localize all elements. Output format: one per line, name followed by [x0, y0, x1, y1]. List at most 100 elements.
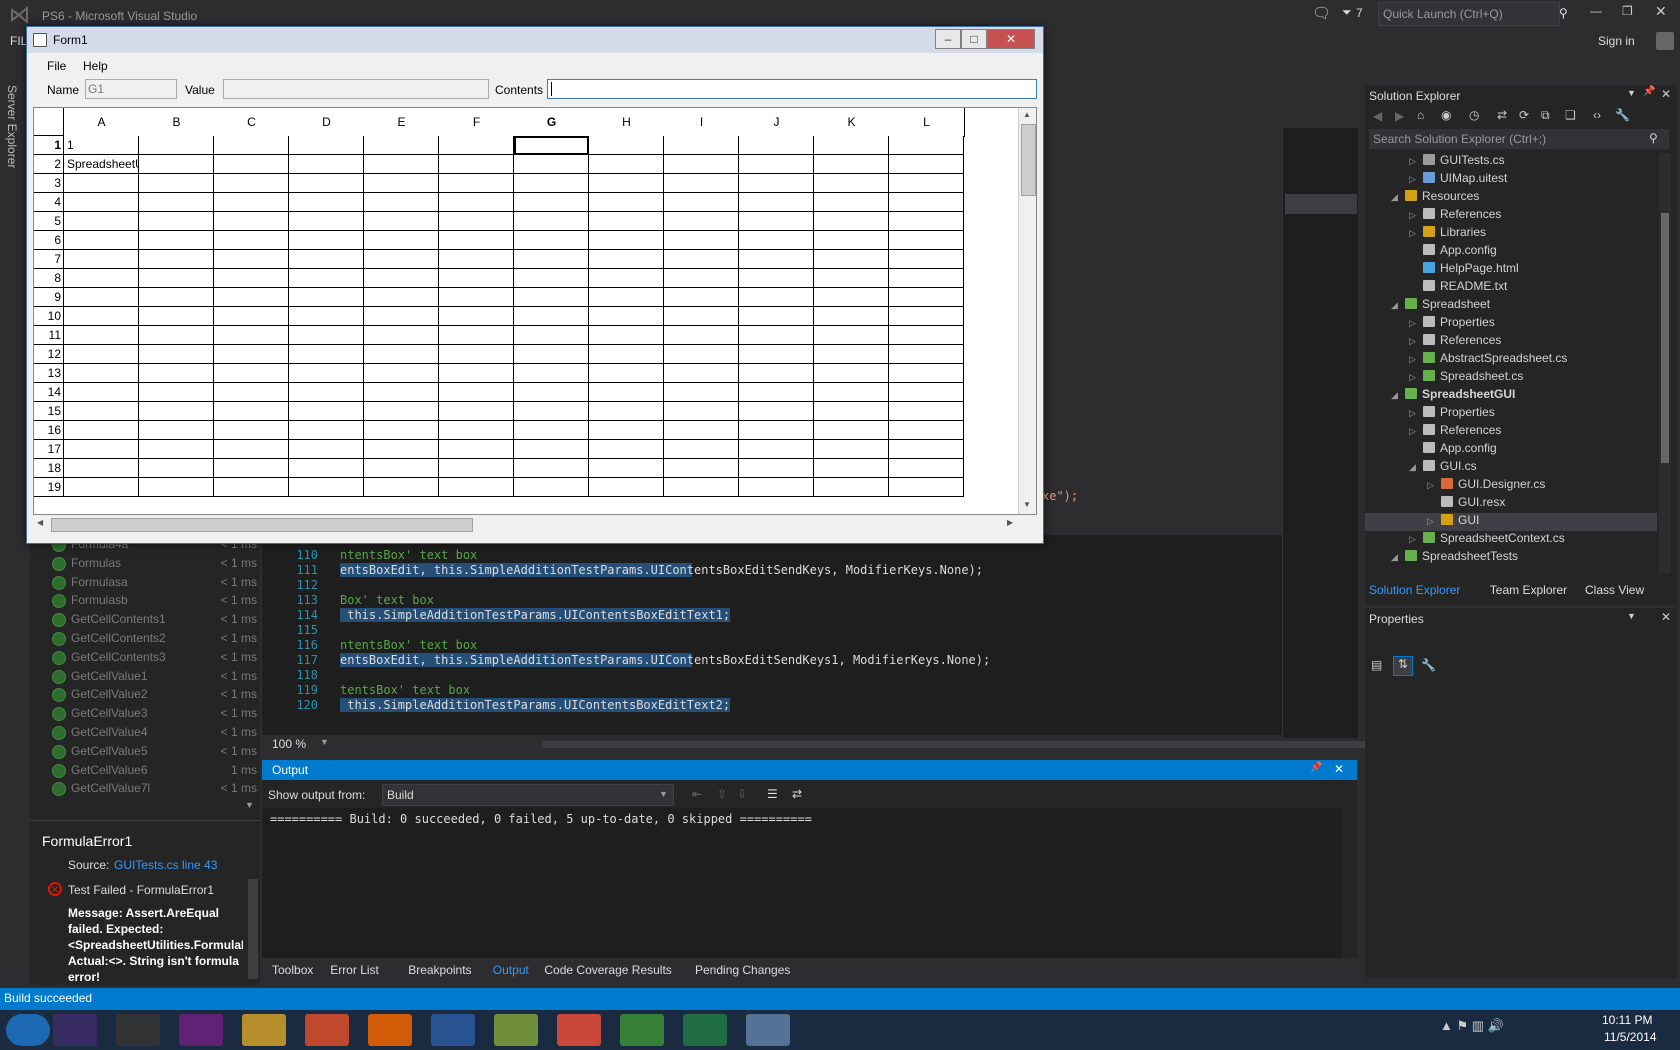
row-header-11[interactable]: 11: [34, 326, 64, 345]
cell-j12[interactable]: [739, 345, 814, 364]
menu-file-fragment[interactable]: FIL: [10, 34, 27, 48]
tree-item-spreadsheettests[interactable]: ◢ SpreadsheetTests: [1365, 549, 1657, 567]
cell-d12[interactable]: [289, 345, 364, 364]
sign-in-link[interactable]: Sign in: [1598, 34, 1635, 48]
cell-b18[interactable]: [139, 459, 214, 478]
cell-h11[interactable]: [589, 326, 664, 345]
cell-k12[interactable]: [814, 345, 889, 364]
cell-c2[interactable]: [214, 155, 289, 174]
cell-i9[interactable]: [664, 288, 739, 307]
cell-i15[interactable]: [664, 402, 739, 421]
categorized-icon[interactable]: ▤: [1371, 658, 1382, 672]
cell-k6[interactable]: [814, 231, 889, 250]
cell-a8[interactable]: [64, 269, 139, 288]
expand-arrow-icon[interactable]: ▷: [1409, 318, 1423, 329]
tree-item-properties[interactable]: ▷ Properties: [1365, 315, 1657, 333]
cell-k7[interactable]: [814, 250, 889, 269]
cell-h7[interactable]: [589, 250, 664, 269]
cell-c13[interactable]: [214, 364, 289, 383]
cell-l8[interactable]: [889, 269, 964, 288]
cell-a1[interactable]: 1: [64, 136, 139, 155]
cell-h6[interactable]: [589, 231, 664, 250]
column-header-f[interactable]: F: [439, 108, 515, 137]
test-row[interactable]: Formulasa < 1 ms: [30, 573, 260, 593]
cell-j5[interactable]: [739, 212, 814, 231]
history-icon[interactable]: ◷: [1469, 108, 1479, 122]
cell-h18[interactable]: [589, 459, 664, 478]
column-header-d[interactable]: D: [289, 108, 365, 137]
cell-b9[interactable]: [139, 288, 214, 307]
cell-j8[interactable]: [739, 269, 814, 288]
cell-e14[interactable]: [364, 383, 439, 402]
cell-c10[interactable]: [214, 307, 289, 326]
column-header-l[interactable]: L: [889, 108, 965, 137]
server-explorer-tab[interactable]: Server Explorer: [5, 85, 19, 168]
word-wrap-icon[interactable]: ⇄: [792, 787, 802, 801]
cell-j16[interactable]: [739, 421, 814, 440]
test-row[interactable]: GetCellValue7l < 1 ms: [30, 779, 260, 799]
copy-icon[interactable]: ❏: [1565, 108, 1576, 122]
cell-a9[interactable]: [64, 288, 139, 307]
cell-l15[interactable]: [889, 402, 964, 421]
cell-c3[interactable]: [214, 174, 289, 193]
cell-e16[interactable]: [364, 421, 439, 440]
minimap-viewport[interactable]: [1285, 194, 1357, 214]
cell-l7[interactable]: [889, 250, 964, 269]
cell-l4[interactable]: [889, 193, 964, 212]
clock-date[interactable]: 11/5/2014: [1604, 1030, 1657, 1044]
cell-l9[interactable]: [889, 288, 964, 307]
minimize-icon[interactable]: —: [1590, 4, 1602, 18]
cell-k8[interactable]: [814, 269, 889, 288]
cell-a4[interactable]: [64, 193, 139, 212]
cell-a17[interactable]: [64, 440, 139, 459]
cell-k13[interactable]: [814, 364, 889, 383]
cell-i18[interactable]: [664, 459, 739, 478]
notepad-taskbar-icon[interactable]: [494, 1014, 538, 1046]
value-field[interactable]: [223, 79, 489, 99]
sync-icon[interactable]: ⇄: [1497, 108, 1507, 122]
cell-l13[interactable]: [889, 364, 964, 383]
form-close-button[interactable]: ✕: [987, 29, 1035, 49]
cell-b13[interactable]: [139, 364, 214, 383]
cell-k1[interactable]: [814, 136, 889, 155]
cell-d5[interactable]: [289, 212, 364, 231]
tab-solution-explorer[interactable]: Solution Explorer: [1369, 583, 1460, 597]
firefox-taskbar-icon[interactable]: [368, 1014, 412, 1046]
remote-taskbar-icon[interactable]: [746, 1014, 790, 1046]
cell-l16[interactable]: [889, 421, 964, 440]
expand-arrow-icon[interactable]: ▷: [1409, 354, 1423, 365]
cell-l17[interactable]: [889, 440, 964, 459]
tree-item-uimap-uitest[interactable]: ▷ UIMap.uitest: [1365, 171, 1657, 189]
filter-icon[interactable]: ⏷: [1342, 5, 1352, 20]
cell-d7[interactable]: [289, 250, 364, 269]
cell-a15[interactable]: [64, 402, 139, 421]
scroll-left-icon[interactable]: ◀: [37, 518, 43, 527]
tree-item-resources[interactable]: ◢ Resources: [1365, 189, 1657, 207]
tree-item-properties[interactable]: ▷ Properties: [1365, 405, 1657, 423]
tree-item-gui-cs[interactable]: ◢ GUI.cs: [1365, 459, 1657, 477]
cell-j14[interactable]: [739, 383, 814, 402]
cell-a12[interactable]: [64, 345, 139, 364]
solution-tree-scrollbar[interactable]: [1659, 153, 1671, 573]
cell-e10[interactable]: [364, 307, 439, 326]
tree-item-references[interactable]: ▷ References: [1365, 207, 1657, 225]
column-header-j[interactable]: J: [739, 108, 815, 137]
cell-i5[interactable]: [664, 212, 739, 231]
cell-e19[interactable]: [364, 478, 439, 497]
test-row[interactable]: GetCellValue4 < 1 ms: [30, 723, 260, 743]
row-header-17[interactable]: 17: [34, 440, 64, 459]
cell-l3[interactable]: [889, 174, 964, 193]
tree-item-gui[interactable]: ▷ GUI: [1365, 513, 1657, 531]
cell-j15[interactable]: [739, 402, 814, 421]
cell-i2[interactable]: [664, 155, 739, 174]
tab-code-coverage-results[interactable]: Code Coverage Results: [544, 963, 671, 977]
cell-e7[interactable]: [364, 250, 439, 269]
cell-e11[interactable]: [364, 326, 439, 345]
cell-h10[interactable]: [589, 307, 664, 326]
scroll-down-icon[interactable]: ▼: [1023, 500, 1031, 509]
cell-l6[interactable]: [889, 231, 964, 250]
output-text-area[interactable]: ========== Build: 0 succeeded, 0 failed,…: [262, 808, 1342, 958]
cell-h3[interactable]: [589, 174, 664, 193]
cell-d8[interactable]: [289, 269, 364, 288]
row-header-18[interactable]: 18: [34, 459, 64, 478]
